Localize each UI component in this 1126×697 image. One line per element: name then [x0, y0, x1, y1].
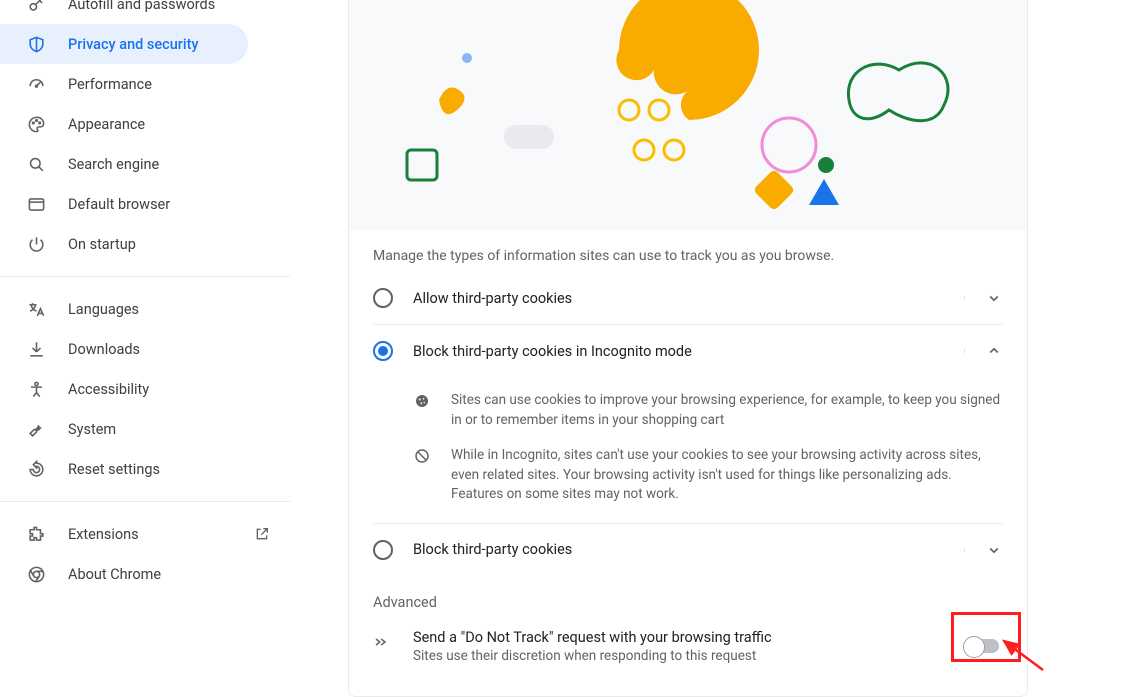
sidebar-item-label: On startup — [68, 236, 136, 253]
wrench-icon — [26, 419, 46, 439]
radio-checked-icon — [373, 341, 393, 361]
accessibility-icon — [26, 379, 46, 399]
option-block-incognito[interactable]: Block third-party cookies in Incognito m… — [349, 325, 1027, 377]
browser-icon — [26, 194, 46, 214]
sidebar-item-label: Accessibility — [68, 381, 149, 398]
sidebar-item-label: Downloads — [68, 341, 140, 358]
cookies-settings-card: Manage the types of information sites ca… — [348, 0, 1028, 697]
power-icon — [26, 234, 46, 254]
sidebar-item-label: Reset settings — [68, 461, 160, 478]
detail-text: While in Incognito, sites can't use your… — [451, 446, 1003, 505]
advanced-section-label: Advanced — [349, 576, 1027, 617]
sidebar-item-label: Autofill and passwords — [68, 0, 215, 13]
shield-icon — [26, 34, 46, 54]
sidebar-item-appearance[interactable]: Appearance — [0, 104, 290, 144]
intro-text: Manage the types of information sites ca… — [349, 230, 1027, 272]
palette-icon — [26, 114, 46, 134]
option-block-all[interactable]: Block third-party cookies — [349, 524, 1027, 576]
sidebar-item-label: Appearance — [68, 116, 145, 133]
sidebar-item-label: Default browser — [68, 196, 170, 213]
sidebar-item-about[interactable]: About Chrome — [0, 554, 290, 594]
option-label: Allow third-party cookies — [413, 290, 944, 307]
external-link-icon — [254, 526, 270, 542]
chevron-down-icon[interactable] — [985, 541, 1003, 559]
sidebar-item-downloads[interactable]: Downloads — [0, 329, 290, 369]
sidebar-item-privacy[interactable]: Privacy and security — [0, 24, 248, 64]
do-not-track-row[interactable]: Send a "Do Not Track" request with your … — [349, 617, 1027, 682]
sidebar-item-label: Languages — [68, 301, 139, 318]
block-icon — [413, 447, 433, 467]
chevron-up-icon[interactable] — [985, 342, 1003, 360]
option-label: Block third-party cookies — [413, 541, 944, 558]
detail-text: Sites can use cookies to improve your br… — [451, 391, 1003, 430]
chrome-icon — [26, 564, 46, 584]
sidebar-item-extensions[interactable]: Extensions — [0, 514, 290, 554]
sidebar-item-label: Privacy and security — [68, 36, 199, 53]
reset-icon — [26, 459, 46, 479]
download-icon — [26, 339, 46, 359]
translate-icon — [26, 299, 46, 319]
hero-illustration — [349, 0, 1027, 230]
sidebar-item-system[interactable]: System — [0, 409, 290, 449]
sidebar-item-label: About Chrome — [68, 566, 161, 583]
sidebar-item-reset[interactable]: Reset settings — [0, 449, 290, 489]
option-allow-cookies[interactable]: Allow third-party cookies — [349, 272, 1027, 324]
option-details: Sites can use cookies to improve your br… — [349, 377, 1027, 523]
sidebar-item-label: Performance — [68, 76, 152, 93]
sidebar-item-label: Extensions — [68, 526, 139, 543]
sidebar-item-on-startup[interactable]: On startup — [0, 224, 290, 264]
settings-sidebar: Autofill and passwords Privacy and secur… — [0, 0, 290, 697]
dnt-subtitle: Sites use their discretion when respondi… — [413, 648, 772, 664]
sidebar-item-label: System — [68, 421, 116, 438]
sidebar-item-search-engine[interactable]: Search engine — [0, 144, 290, 184]
sidebar-item-label: Search engine — [68, 156, 159, 173]
key-icon — [26, 0, 46, 14]
sidebar-item-languages[interactable]: Languages — [0, 289, 290, 329]
dnt-title: Send a "Do Not Track" request with your … — [413, 629, 772, 646]
radio-icon — [373, 540, 393, 560]
option-label: Block third-party cookies in Incognito m… — [413, 343, 944, 360]
sidebar-item-autofill[interactable]: Autofill and passwords — [0, 0, 290, 24]
sidebar-item-performance[interactable]: Performance — [0, 64, 290, 104]
forward-arrows-icon — [373, 633, 393, 653]
cookie-icon — [413, 392, 433, 412]
search-icon — [26, 154, 46, 174]
speedometer-icon — [26, 74, 46, 94]
dnt-toggle[interactable] — [965, 639, 999, 653]
chevron-down-icon[interactable] — [985, 289, 1003, 307]
sidebar-item-default-browser[interactable]: Default browser — [0, 184, 290, 224]
sidebar-item-accessibility[interactable]: Accessibility — [0, 369, 290, 409]
radio-icon — [373, 288, 393, 308]
extension-icon — [26, 524, 46, 544]
